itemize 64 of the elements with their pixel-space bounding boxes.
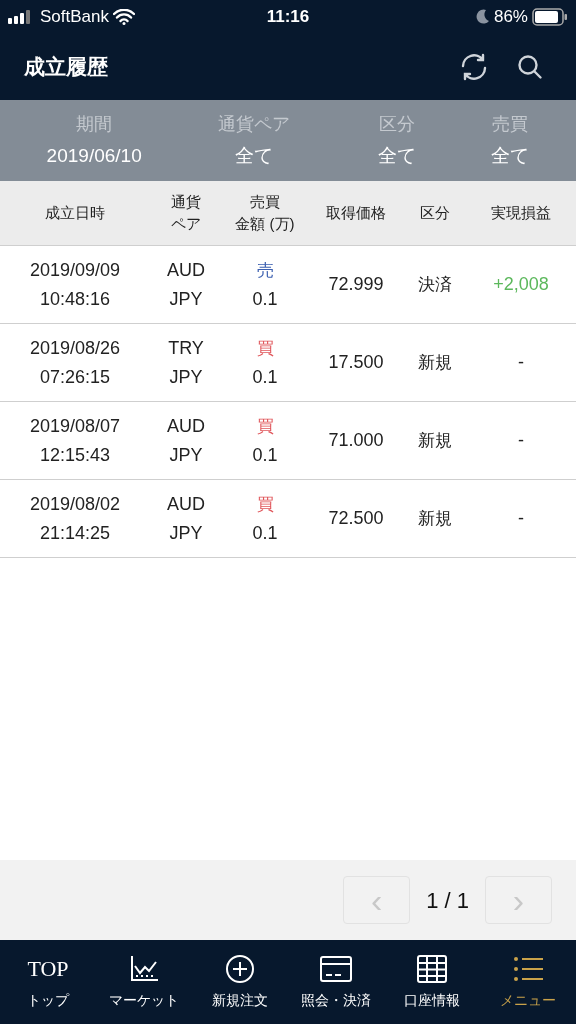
- column-header: 取得価格: [326, 203, 386, 223]
- realized-pl: -: [517, 351, 525, 374]
- column-header: 成立日時: [45, 203, 105, 223]
- quote-currency: JPY: [168, 443, 204, 467]
- battery-icon: [532, 8, 568, 26]
- trade-time: 10:48:16: [38, 287, 112, 311]
- trade-type: 決済: [417, 273, 453, 296]
- nav-tab[interactable]: TOP トップ: [0, 940, 96, 1024]
- base-currency: AUD: [166, 258, 206, 282]
- trade-time: 21:14:25: [38, 521, 112, 545]
- realized-pl: +2,008: [492, 273, 550, 296]
- trade-date: 2019/09/09: [28, 258, 122, 282]
- card-icon: [319, 953, 353, 984]
- quote-currency: JPY: [168, 287, 204, 311]
- acquisition-price: 72.500: [327, 507, 385, 530]
- column-header: 実現損益: [491, 203, 551, 223]
- trade-amount: 0.1: [251, 365, 279, 389]
- trade-type: 新規: [417, 351, 453, 374]
- base-currency: AUD: [166, 414, 206, 438]
- nav-tab[interactable]: メニュー: [480, 940, 576, 1024]
- column-header: 通貨: [171, 192, 201, 212]
- trade-time: 07:26:15: [38, 365, 112, 389]
- trade-date: 2019/08/07: [28, 414, 122, 438]
- acquisition-price: 72.999: [327, 273, 385, 296]
- acquisition-price: 17.500: [327, 351, 385, 374]
- wifi-icon: [113, 9, 135, 25]
- moon-icon: [475, 9, 490, 25]
- column-header: 金額 (万): [235, 214, 295, 234]
- plus-icon: [223, 953, 257, 984]
- trade-side: 買: [255, 337, 275, 360]
- column-header: 区分: [420, 203, 450, 223]
- trade-side: 売: [255, 259, 275, 282]
- trade-amount: 0.1: [251, 443, 279, 467]
- realized-pl: -: [517, 507, 525, 530]
- nav-tab[interactable]: 口座情報: [384, 940, 480, 1024]
- quote-currency: JPY: [168, 365, 204, 389]
- column-header: ペア: [171, 214, 201, 234]
- nav-tab[interactable]: マーケット: [96, 940, 192, 1024]
- trade-type: 新規: [417, 507, 453, 530]
- trade-side: 買: [255, 493, 275, 516]
- trade-side: 買: [255, 415, 275, 438]
- trade-type: 新規: [417, 429, 453, 452]
- trade-date: 2019/08/26: [28, 336, 122, 360]
- grid-icon: [415, 953, 449, 984]
- search-icon: [517, 54, 543, 80]
- top-logo: TOP: [27, 954, 69, 983]
- base-currency: AUD: [166, 492, 206, 516]
- acquisition-price: 71.000: [327, 429, 385, 452]
- battery-percent: 86%: [493, 6, 528, 29]
- nav-tab[interactable]: 新規注文: [192, 940, 288, 1024]
- trade-date: 2019/08/02: [28, 492, 122, 516]
- clock-time: 11:16: [266, 6, 310, 29]
- trade-amount: 0.1: [251, 287, 279, 311]
- base-currency: TRY: [167, 336, 205, 360]
- trade-amount: 0.1: [251, 521, 279, 545]
- page-title: 成立履歴: [24, 54, 109, 81]
- trade-time: 12:15:43: [38, 443, 112, 467]
- page-indicator: 1 / 1: [426, 886, 469, 915]
- nav-tab[interactable]: 照会・決済: [288, 940, 384, 1024]
- refresh-icon: [459, 53, 489, 81]
- quote-currency: JPY: [168, 521, 204, 545]
- carrier-name: SoftBank: [40, 6, 109, 29]
- realized-pl: -: [517, 429, 525, 452]
- column-header: 売買: [250, 192, 280, 212]
